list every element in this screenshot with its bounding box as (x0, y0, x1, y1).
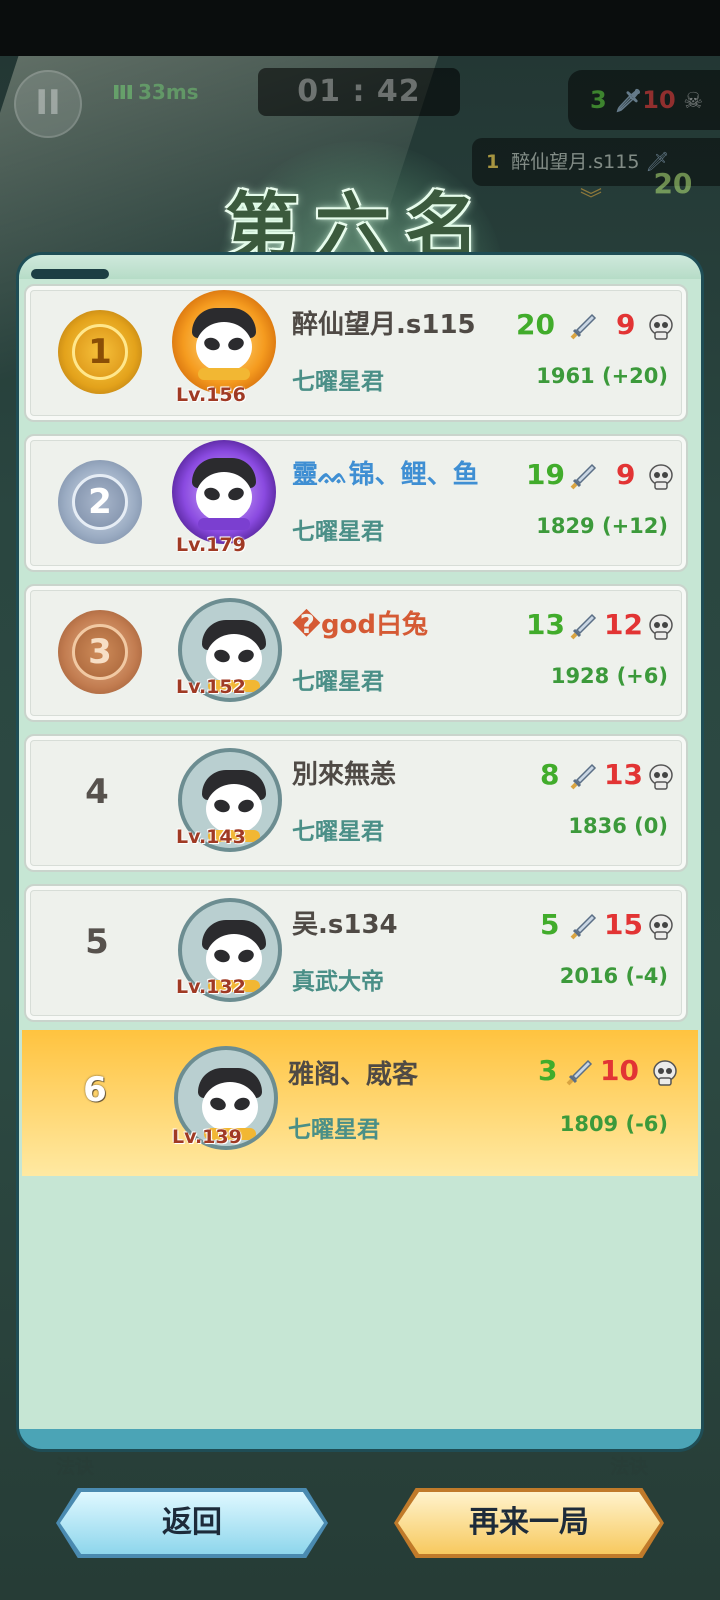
player-level: Lv.156 (176, 384, 246, 406)
bronze-medal-icon: 3 (58, 610, 142, 694)
pause-button[interactable]: II (14, 70, 82, 138)
sword-icon (570, 763, 597, 790)
player-score: 1928 (+6) (550, 664, 668, 688)
player-title: 真武大帝 (292, 969, 384, 995)
sword-icon (570, 463, 597, 490)
pause-icon: II (35, 83, 61, 123)
player-title: 七曜星君 (292, 519, 384, 545)
player-level: Lv.139 (172, 1126, 242, 1148)
player-kills: 13 (526, 608, 565, 641)
player-kills: 20 (516, 308, 555, 341)
play-again-button[interactable]: 再来一局 (398, 1492, 660, 1554)
player-level: Lv.179 (176, 534, 246, 556)
gold-medal-icon: 1 (58, 310, 142, 394)
skull-icon (653, 1060, 677, 1086)
bg-label-right: 法诀 (610, 1456, 649, 1478)
skull-icon: ☠ (675, 89, 704, 114)
player-name: 靈ᨐ锦、鲤、鱼 (292, 460, 479, 490)
silver-medal-icon: 2 (58, 460, 142, 544)
rank-number: 4 (85, 772, 109, 812)
network-ping: 33ms (114, 80, 199, 104)
skull-icon (649, 314, 673, 340)
ping-value: 33ms (138, 80, 199, 104)
match-timer: 01 : 42 (258, 68, 460, 116)
skull-icon (649, 614, 673, 640)
player-score: 1836 (0) (568, 814, 668, 838)
player-deaths: 9 (616, 308, 636, 341)
player-level: Lv.152 (176, 676, 246, 698)
sword-icon (566, 1059, 593, 1086)
sword-icon: 🗡 (606, 89, 643, 114)
player-score: 1829 (+12) (536, 514, 668, 538)
back-button[interactable]: 返回 (60, 1492, 324, 1554)
player-row-self: 6 Lv.139 雅阁、威客 七曜星君 3 10 1809 (-6) (22, 1030, 698, 1176)
player-kills: 5 (540, 908, 560, 941)
player-row: 1 Lv.156 醉仙望月.s115 七曜星君 20 9 1961 (+20) (24, 284, 688, 422)
player-title: 七曜星君 (292, 669, 384, 695)
player-title: 七曜星君 (292, 369, 384, 395)
skull-icon (649, 764, 673, 790)
player-name: 別來無恙 (292, 760, 397, 790)
player-score: 1809 (-6) (559, 1112, 668, 1136)
player-name: 雅阁、威客 (288, 1060, 419, 1090)
signal-icon (114, 85, 132, 99)
avatar (172, 290, 276, 394)
panel-tab (31, 269, 109, 279)
my-kills: 3 (590, 86, 607, 114)
sword-icon (570, 913, 597, 940)
player-name: 醉仙望月.s115 (292, 310, 476, 340)
player-deaths: 15 (604, 908, 643, 941)
player-deaths: 10 (600, 1054, 639, 1087)
player-row: 3 Lv.152 �god白兔 七曜星君 13 12 1928 (+6) (24, 584, 688, 722)
player-level: Lv.143 (176, 826, 246, 848)
player-deaths: 9 (616, 458, 636, 491)
player-name: �god白兔 (292, 610, 429, 640)
player-row: 4 Lv.143 別來無恙 七曜星君 8 13 1836 (0) (24, 734, 688, 872)
rank-number: 5 (85, 922, 109, 962)
player-deaths: 13 (604, 758, 643, 791)
player-name: 吴.s134 (292, 910, 398, 940)
player-title: 七曜星君 (292, 819, 384, 845)
sword-icon (570, 313, 597, 340)
bg-label-left: 法诀 (56, 1456, 95, 1478)
rank-number: 6 (83, 1070, 107, 1110)
player-level: Lv.132 (176, 976, 246, 998)
panel-header-strip (19, 255, 701, 279)
player-row: 5 Lv.132 吴.s134 真武大帝 5 15 2016 (-4) (24, 884, 688, 1022)
sword-icon (570, 613, 597, 640)
my-deaths: 10 (642, 86, 676, 114)
player-score: 2016 (-4) (559, 964, 668, 988)
player-kills: 3 (538, 1054, 558, 1087)
avatar (172, 440, 276, 544)
skull-icon (649, 464, 673, 490)
player-deaths: 12 (604, 608, 643, 641)
player-kills: 8 (540, 758, 560, 791)
player-row: 2 Lv.179 靈ᨐ锦、鲤、鱼 七曜星君 19 9 1829 (+12) (24, 434, 688, 572)
skull-icon (649, 914, 673, 940)
my-kd-counter: 3 🗡10 ☠ (568, 70, 720, 130)
player-kills: 19 (526, 458, 565, 491)
player-title: 七曜星君 (288, 1117, 380, 1143)
player-score: 1961 (+20) (536, 364, 668, 388)
